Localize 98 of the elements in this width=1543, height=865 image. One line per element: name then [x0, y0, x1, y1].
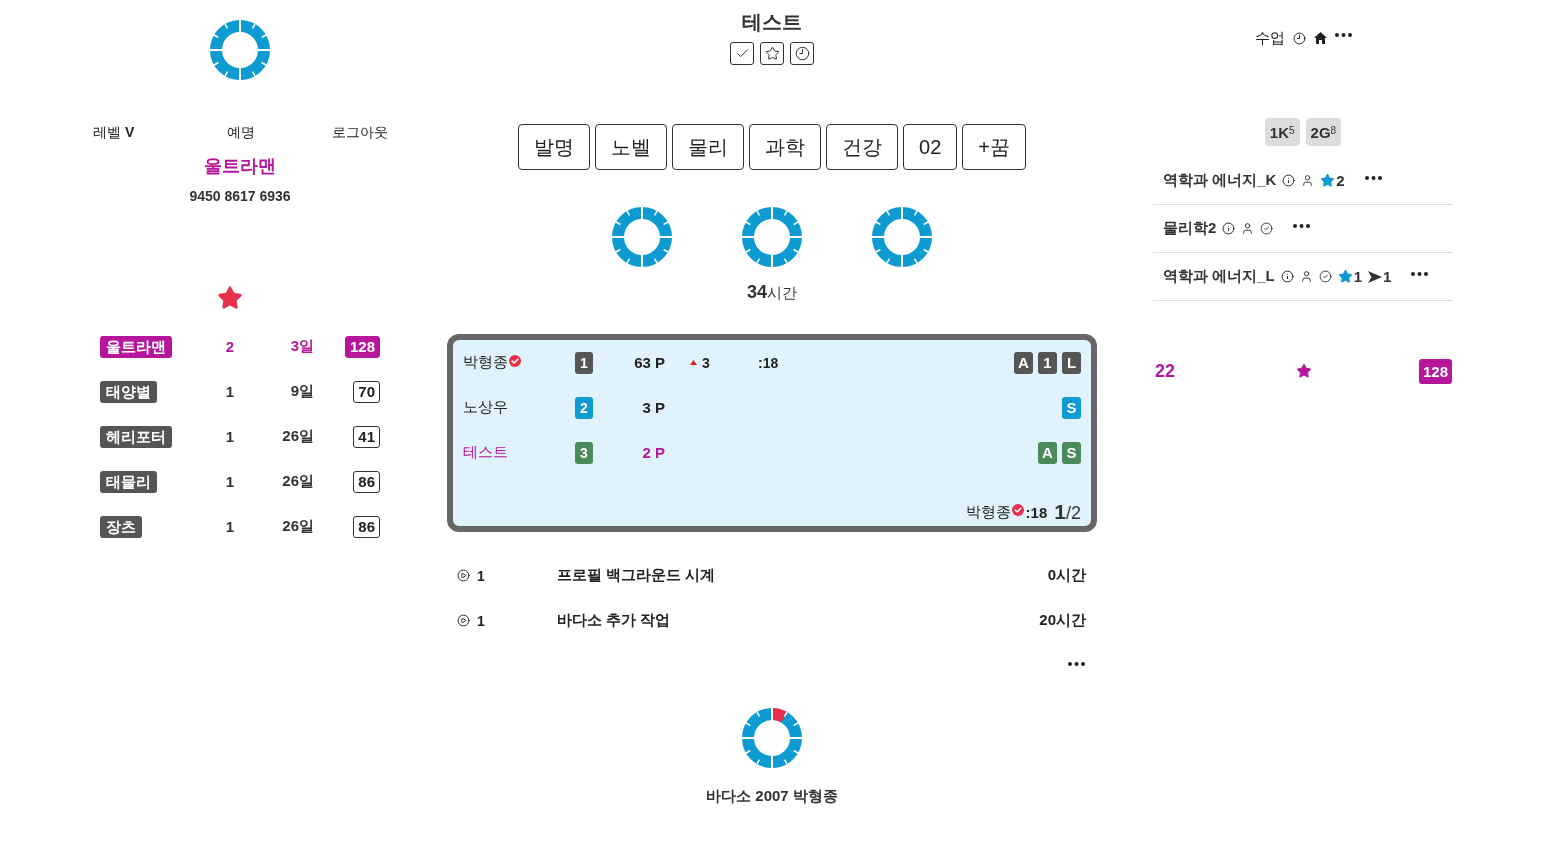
letter-tag: S: [1062, 396, 1081, 419]
more-icon[interactable]: [1068, 662, 1085, 666]
rank-badge: 1: [575, 351, 593, 374]
letter-tag: L: [1062, 351, 1081, 374]
points-text: 2 P: [641, 444, 665, 461]
star-icon: [1295, 363, 1312, 379]
days-text: 26일: [282, 472, 314, 491]
level-chip: 1K$^{5}$: [1264, 118, 1300, 146]
task-title: 바다소 추가 작업: [557, 611, 672, 630]
home-icon[interactable]: [1313, 32, 1327, 44]
class-title: 수업: [1254, 28, 1285, 48]
person-icon[interactable]: [1241, 222, 1255, 235]
days-text: 26일: [282, 427, 314, 446]
days-text: 26일: [282, 517, 314, 536]
course-name[interactable]: 물리학2: [1163, 219, 1217, 238]
category-button[interactable]: 건강: [826, 124, 899, 170]
segmented-ring-icon: [742, 207, 802, 267]
info-icon[interactable]: [1280, 270, 1294, 283]
member-name-tag[interactable]: 장츠: [100, 515, 142, 538]
segmented-ring-icon: [612, 207, 672, 267]
nickname: 울트라맨: [203, 155, 277, 177]
time-text: :18: [758, 354, 780, 371]
clock-icon[interactable]: [1292, 31, 1306, 45]
count-text: 1: [225, 428, 235, 445]
up-triangle-icon: [690, 360, 697, 365]
more-icon[interactable]: [1334, 33, 1352, 37]
info-icon[interactable]: [1282, 174, 1296, 187]
person-icon[interactable]: [1299, 270, 1313, 283]
task-count: 1: [477, 612, 485, 629]
player-name: 박형종: [463, 353, 508, 372]
change-text: 3: [702, 354, 710, 371]
letter-tag: A: [1014, 351, 1033, 374]
rank-badge: 2: [575, 396, 593, 419]
points-text: 63 P: [633, 354, 665, 371]
category-button[interactable]: 물리: [672, 124, 745, 170]
segmented-ring-icon: [210, 20, 270, 80]
letter-tag: A: [1038, 441, 1057, 464]
star-icon: [217, 285, 243, 311]
favorite-count: 1: [1353, 268, 1363, 285]
course-name[interactable]: 역학과 에너지_L: [1163, 267, 1275, 286]
total-hours: 34시간: [746, 281, 798, 304]
count-text: 2: [225, 338, 235, 355]
points-text: 3 P: [641, 399, 665, 416]
rank-badge: 3: [575, 441, 593, 464]
task-title: 프로필 백그라운드 시계: [557, 566, 717, 585]
leader-name: 박형종: [965, 502, 1011, 522]
count-text: 22: [1155, 360, 1176, 382]
count-text: 1: [225, 383, 235, 400]
score-tag: 70: [353, 380, 380, 403]
arrowhead-icon: [1368, 270, 1383, 283]
member-name-tag[interactable]: 헤리포터: [100, 425, 172, 448]
member-name-tag[interactable]: 태양별: [100, 380, 157, 403]
course-name[interactable]: 역학과 에너지_K: [1163, 171, 1277, 190]
star-icon: [1337, 269, 1353, 284]
more-icon[interactable]: [1293, 223, 1311, 228]
category-button[interactable]: +꿈: [962, 124, 1026, 170]
footer-caption: 바다소 2007 박형종: [705, 786, 839, 806]
task-hours: 20시간: [1039, 611, 1086, 630]
category-button[interactable]: 발명: [518, 124, 591, 170]
letter-tag: S: [1062, 441, 1081, 464]
share-count: 1: [1383, 268, 1392, 285]
letter-tag: 1: [1038, 351, 1057, 374]
time-text: :18: [1025, 503, 1048, 521]
member-number: 9450 8617 6936: [188, 187, 292, 205]
profile-link[interactable]: 레벨 V: [93, 124, 135, 142]
category-button[interactable]: 노벨: [595, 124, 668, 170]
play-circle-icon[interactable]: [457, 569, 470, 582]
star-icon: [1320, 173, 1336, 188]
category-button[interactable]: 02: [903, 124, 958, 170]
segmented-ring-icon: [742, 708, 802, 768]
task-count: 1: [477, 567, 485, 584]
days-text: 3일: [290, 337, 314, 356]
score-tag: 128: [1418, 358, 1452, 384]
person-icon[interactable]: [1301, 174, 1315, 187]
member-name-tag[interactable]: 태물리: [100, 470, 157, 493]
score-tag: 41: [353, 425, 380, 448]
count-text: 1: [225, 518, 235, 535]
player-name: 노상우: [463, 398, 508, 417]
score-tag: 86: [353, 515, 380, 538]
score-tag: 128: [344, 335, 380, 358]
segmented-ring-icon: [872, 207, 932, 267]
more-icon[interactable]: [1411, 271, 1429, 276]
info-icon[interactable]: [1222, 222, 1236, 235]
level-chip: 2G$^{8}$: [1305, 118, 1342, 146]
favorite-count: 2: [1336, 172, 1345, 189]
more-icon[interactable]: [1364, 175, 1382, 180]
task-hours: 0시간: [1047, 566, 1086, 585]
player-name: 테스트: [463, 443, 508, 462]
member-name-tag[interactable]: 울트라맨: [100, 335, 172, 358]
days-text: 9일: [290, 382, 314, 401]
profile-link[interactable]: 로그아웃: [332, 124, 388, 142]
profile-link[interactable]: 예명: [226, 124, 255, 142]
page-counter: 1/2: [1054, 500, 1081, 524]
category-button[interactable]: 과학: [749, 124, 822, 170]
page-title: 테스트: [741, 10, 803, 34]
count-text: 1: [225, 473, 235, 490]
play-circle-icon[interactable]: [457, 614, 470, 627]
score-tag: 86: [353, 470, 380, 493]
